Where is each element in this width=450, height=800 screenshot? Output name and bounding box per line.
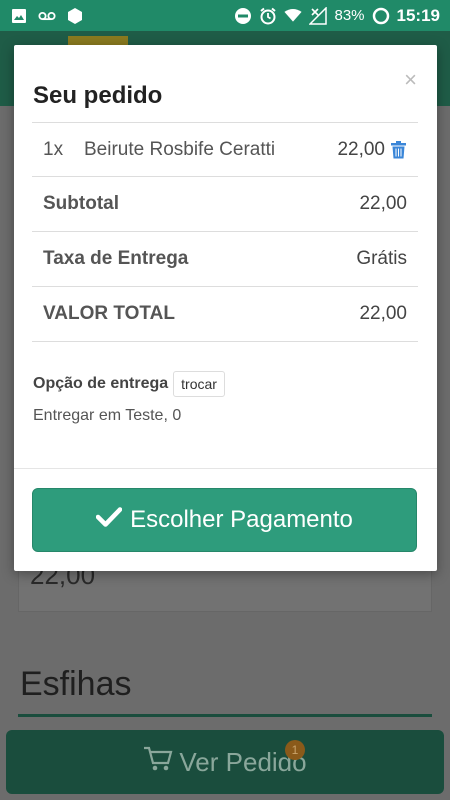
item-name: Beirute Rosbife Ceratti <box>84 138 276 160</box>
delivery-fee-label: Taxa de Entrega <box>43 248 189 269</box>
subtotal-label: Subtotal <box>43 193 119 214</box>
status-bar: 83% 15:19 <box>0 0 450 31</box>
delivery-fee-value: Grátis <box>356 248 407 269</box>
order-item-row: 1x Beirute Rosbife Ceratti 22,00 <box>32 122 418 177</box>
clock: 15:19 <box>396 5 440 25</box>
delivery-option-label: Opção de entrega <box>33 375 169 392</box>
close-button[interactable]: × <box>404 67 417 93</box>
view-order-button[interactable]: Ver Pedido <box>6 730 444 794</box>
order-modal: × Seu pedido 1x Beirute Rosbife Ceratti … <box>14 45 437 571</box>
alarm-icon <box>259 7 277 25</box>
choose-payment-label: Escolher Pagamento <box>130 506 353 533</box>
cart-count-badge: 1 <box>285 740 305 760</box>
order-table: 1x Beirute Rosbife Ceratti 22,00 Subtota… <box>32 122 418 342</box>
total-label: VALOR TOTAL <box>43 303 175 324</box>
delivery-option: Opção de entrega trocar <box>33 371 225 397</box>
change-delivery-button[interactable]: trocar <box>173 371 225 397</box>
check-icon <box>95 506 123 535</box>
delivery-address: Entregar em Teste, 0 <box>33 407 182 424</box>
item-quantity: 1x <box>43 138 64 160</box>
voicemail-icon <box>38 7 56 25</box>
choose-payment-button[interactable]: Escolher Pagamento <box>32 488 417 552</box>
battery-ring-icon <box>372 7 390 25</box>
dnd-icon <box>234 7 252 25</box>
footer-divider <box>14 468 437 469</box>
battery-percent: 83% <box>334 7 365 24</box>
hexagon-app-icon <box>66 7 84 25</box>
section-underline <box>18 714 432 717</box>
delivery-fee-row: Taxa de Entrega Grátis <box>32 232 418 287</box>
item-price: 22,00 <box>337 138 385 160</box>
modal-title: Seu pedido <box>33 82 163 109</box>
subtotal-row: Subtotal 22,00 <box>32 177 418 232</box>
section-title: Esfihas <box>20 665 132 703</box>
wifi-icon <box>284 7 303 25</box>
gallery-icon <box>10 7 28 25</box>
cart-icon <box>143 745 173 780</box>
subtotal-value: 22,00 <box>359 193 407 214</box>
no-signal-icon <box>309 6 328 25</box>
trash-icon[interactable] <box>390 140 407 159</box>
total-row: VALOR TOTAL 22,00 <box>32 287 418 342</box>
total-value: 22,00 <box>359 303 407 324</box>
